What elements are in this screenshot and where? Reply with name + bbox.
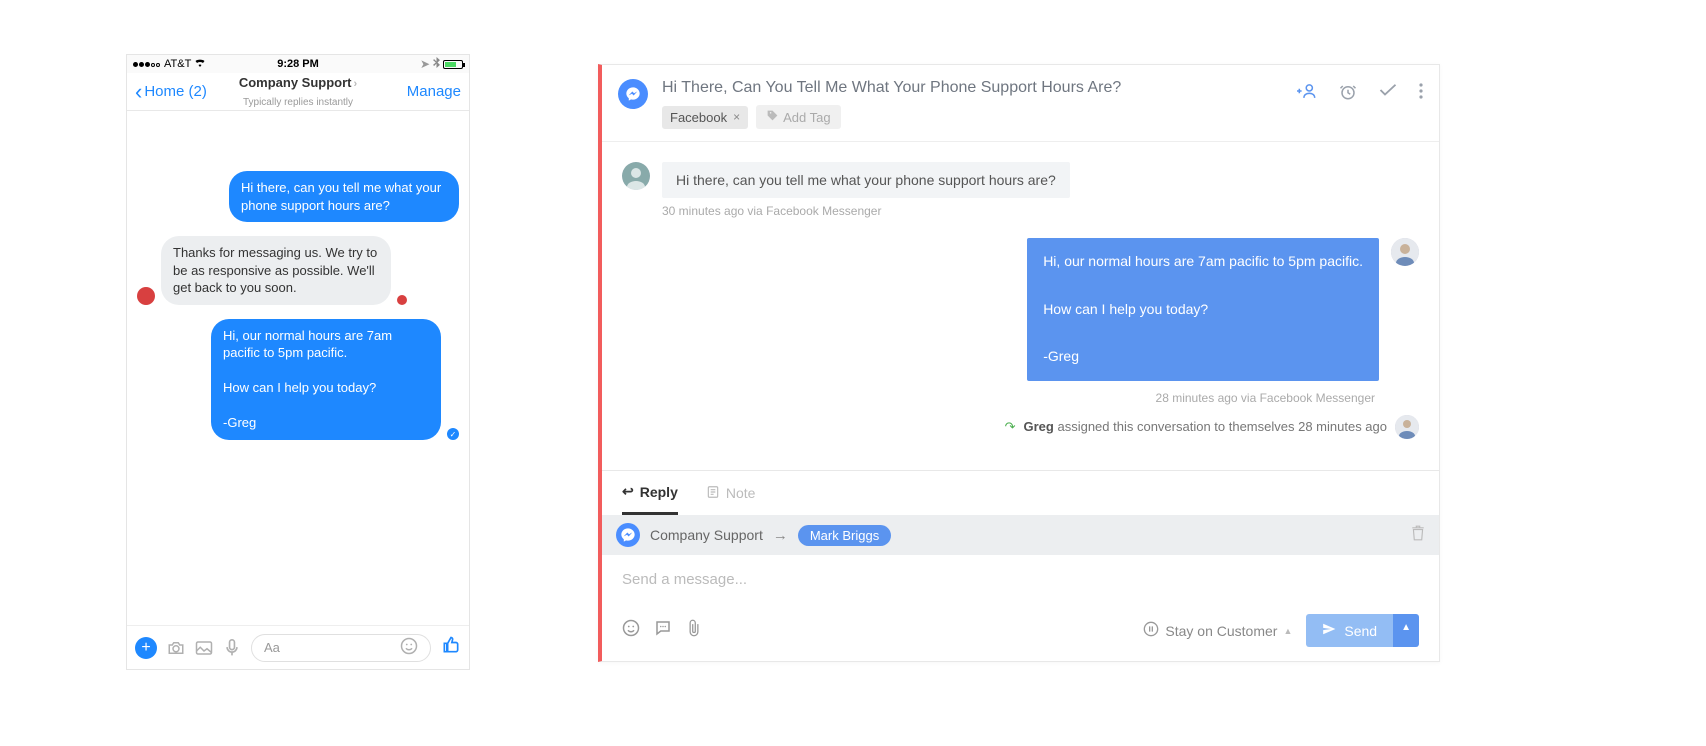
- message-incoming: Thanks for messaging us. We try to be as…: [137, 236, 459, 305]
- phone-composer: + Aa: [127, 625, 469, 669]
- assignment-text: assigned this conversation to themselves…: [1054, 419, 1387, 434]
- assignment-actor: Greg: [1024, 419, 1054, 434]
- delivered-check-icon: ✓: [447, 428, 459, 440]
- gallery-icon[interactable]: [195, 639, 213, 657]
- recipient-chip[interactable]: Mark Briggs: [798, 525, 891, 546]
- location-icon: ➤: [420, 57, 430, 71]
- stay-on-customer-toggle[interactable]: Stay on Customer ▲: [1143, 621, 1292, 640]
- carrier-label: AT&T: [164, 58, 191, 70]
- messenger-badge-icon: [618, 79, 648, 109]
- chat-subtitle: Typically replies instantly: [243, 97, 353, 108]
- reply-router: Company Support → Mark Briggs: [602, 515, 1439, 555]
- message-bubble[interactable]: Thanks for messaging us. We try to be as…: [161, 236, 391, 305]
- inbound-text[interactable]: Hi there, can you tell me what your phon…: [662, 162, 1070, 198]
- panel-header: Hi There, Can You Tell Me What Your Phon…: [602, 65, 1439, 142]
- remove-tag-icon[interactable]: ×: [733, 110, 740, 124]
- phone-nav-header: ‹ Home (2) Company Support› Typically re…: [127, 73, 469, 111]
- message-input[interactable]: Aa: [251, 634, 431, 662]
- signal-dots-icon: [133, 58, 161, 70]
- manage-button[interactable]: Manage: [407, 83, 461, 100]
- conversation-body: Hi there, can you tell me what your phon…: [602, 142, 1439, 470]
- chevron-up-icon: ▲: [1283, 626, 1292, 636]
- check-icon[interactable]: [1379, 83, 1397, 97]
- camera-icon[interactable]: [167, 639, 185, 657]
- phone-status-bar: AT&T 9:28 PM ➤: [127, 55, 469, 73]
- helpdesk-conversation-panel: Hi There, Can You Tell Me What Your Phon…: [598, 64, 1440, 662]
- discard-draft-icon[interactable]: [1411, 525, 1425, 545]
- tab-reply[interactable]: ↩ Reply: [622, 471, 678, 515]
- conversation-title[interactable]: Hi There, Can You Tell Me What Your Phon…: [662, 79, 1283, 97]
- microphone-icon[interactable]: [223, 639, 241, 657]
- panel-footer: ↩ Reply Note Company Support → Mark Brig…: [602, 470, 1439, 661]
- from-identity[interactable]: Company Support: [650, 527, 763, 543]
- message-bubble[interactable]: Hi there, can you tell me what your phon…: [229, 171, 459, 222]
- tag-facebook[interactable]: Facebook ×: [662, 106, 748, 129]
- send-button[interactable]: Send: [1306, 614, 1393, 647]
- message-outgoing: Hi, our normal hours are 7am pacific to …: [137, 319, 459, 440]
- thumbs-up-icon[interactable]: [441, 635, 461, 660]
- assigned-arrow-icon: ↷: [1005, 419, 1016, 435]
- reply-arrow-icon: ↩: [622, 483, 634, 500]
- pause-circle-icon: [1143, 621, 1159, 640]
- inbound-meta: 30 minutes ago via Facebook Messenger: [662, 204, 1070, 218]
- wifi-icon: [194, 58, 206, 70]
- input-placeholder: Aa: [264, 640, 280, 655]
- emoji-icon[interactable]: [622, 619, 640, 642]
- attachment-icon[interactable]: [686, 619, 702, 642]
- message-bubble[interactable]: Hi, our normal hours are 7am pacific to …: [211, 319, 441, 440]
- phone-message-list: Hi there, can you tell me what your phon…: [127, 111, 469, 625]
- add-tag-button[interactable]: Add Tag: [756, 105, 840, 129]
- clock-label: 9:28 PM: [243, 58, 353, 70]
- customer-avatar[interactable]: [622, 162, 650, 190]
- send-plane-icon: [1322, 622, 1336, 639]
- outbound-message: Hi, our normal hours are 7am pacific to …: [622, 238, 1419, 381]
- agent-avatar[interactable]: [1391, 238, 1419, 266]
- inbound-message: Hi there, can you tell me what your phon…: [622, 162, 1419, 218]
- message-textarea[interactable]: Send a message...: [602, 555, 1439, 604]
- messenger-badge-icon: [616, 523, 640, 547]
- add-user-icon[interactable]: [1297, 83, 1317, 99]
- more-menu-icon[interactable]: [1419, 83, 1423, 99]
- outbound-text[interactable]: Hi, our normal hours are 7am pacific to …: [1027, 238, 1379, 381]
- back-button[interactable]: ‹ Home (2): [135, 83, 207, 100]
- back-label: Home (2): [144, 83, 207, 100]
- messenger-phone-frame: AT&T 9:28 PM ➤ ‹ Home (2) Compa: [126, 54, 470, 670]
- assignment-event: ↷ Greg assigned this conversation to the…: [622, 415, 1419, 439]
- add-attachment-button[interactable]: +: [135, 637, 157, 659]
- assignee-avatar[interactable]: [1395, 415, 1419, 439]
- bluetooth-icon: [433, 57, 440, 71]
- tag-icon: [766, 109, 779, 125]
- battery-icon: [443, 60, 463, 69]
- send-options-button[interactable]: ▲: [1393, 614, 1419, 647]
- snooze-icon[interactable]: [1339, 83, 1357, 101]
- message-outgoing: Hi there, can you tell me what your phon…: [137, 171, 459, 222]
- chat-title[interactable]: Company Support›: [239, 75, 357, 90]
- saved-replies-icon[interactable]: [654, 619, 672, 642]
- chevron-right-icon: ›: [354, 78, 358, 90]
- note-icon: [706, 485, 720, 502]
- tab-note[interactable]: Note: [706, 471, 756, 515]
- read-marker-icon: [397, 295, 407, 305]
- arrow-right-icon: →: [773, 527, 788, 544]
- outbound-meta: 28 minutes ago via Facebook Messenger: [622, 391, 1375, 405]
- emoji-icon[interactable]: [400, 637, 418, 658]
- sender-avatar[interactable]: [137, 287, 155, 305]
